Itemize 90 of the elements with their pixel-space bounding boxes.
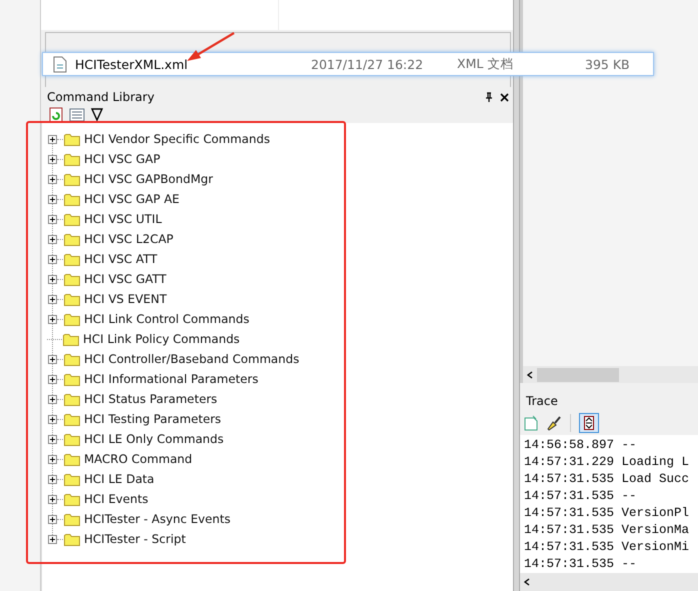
folder-icon	[64, 212, 80, 226]
file-size: 395 KB	[585, 56, 630, 72]
folder-icon	[64, 192, 80, 206]
tree-item[interactable]: HCI VSC GAP AE	[84, 192, 180, 206]
tree-item[interactable]: HCI Link Control Commands	[84, 312, 250, 326]
expand-icon[interactable]	[48, 214, 57, 224]
scrollbar[interactable]	[520, 366, 698, 384]
filter-icon[interactable]	[91, 108, 103, 121]
list-icon[interactable]	[69, 108, 85, 122]
folder-icon	[64, 532, 80, 546]
expand-icon[interactable]	[48, 174, 57, 184]
expand-icon[interactable]	[48, 274, 57, 284]
log-line: 14:56:58.897 --	[524, 437, 638, 454]
expand-icon[interactable]	[48, 514, 57, 524]
brush-icon[interactable]	[546, 415, 562, 432]
folder-icon	[64, 152, 80, 166]
folder-icon	[64, 252, 80, 266]
expand-icon[interactable]	[48, 154, 57, 164]
log-line: 14:57:31.535 --	[524, 488, 638, 506]
document-icon	[53, 56, 67, 72]
close-icon[interactable]	[500, 92, 509, 102]
tree-item[interactable]: HCI Controller/Baseband Commands	[84, 352, 300, 366]
tree-item[interactable]: HCI Link Policy Commands	[83, 332, 240, 346]
tree-item[interactable]: HCI VSC GATT	[84, 272, 166, 286]
expand-icon[interactable]	[48, 414, 57, 424]
panel-title: Command Library	[47, 90, 154, 104]
tree-item[interactable]: HCI Status Parameters	[84, 392, 218, 406]
folder-icon	[64, 432, 80, 446]
tree-item[interactable]: HCI Events	[84, 492, 148, 506]
log-line: 14:57:31.535 --	[524, 556, 638, 574]
folder-icon	[63, 332, 79, 346]
folder-icon	[64, 412, 80, 426]
panel-title: Trace	[526, 394, 558, 408]
expand-icon[interactable]	[48, 294, 57, 304]
refresh-icon[interactable]	[49, 106, 63, 122]
expand-icon[interactable]	[48, 314, 57, 324]
folder-icon	[64, 312, 80, 326]
tree-item[interactable]: HCITester - Async Events	[84, 512, 231, 526]
folder-icon	[64, 232, 80, 246]
folder-icon	[64, 292, 80, 306]
scrollbar[interactable]	[520, 573, 698, 591]
folder-icon	[64, 172, 80, 186]
folder-icon	[64, 392, 80, 406]
tree-item[interactable]: HCI VSC UTIL	[84, 212, 162, 226]
folder-icon	[64, 372, 80, 386]
folder-icon	[64, 272, 80, 286]
expand-icon[interactable]	[48, 494, 57, 504]
tree-item[interactable]: HCI Vendor Specific Commands	[84, 132, 270, 146]
tree-item[interactable]: HCITester - Script	[84, 532, 186, 546]
tree-item[interactable]: HCI Informational Parameters	[84, 372, 258, 386]
expand-icon[interactable]	[48, 474, 57, 484]
tree-item[interactable]: HCI LE Only Commands	[84, 432, 224, 446]
up-down-icon	[584, 416, 594, 430]
folder-icon	[64, 512, 80, 526]
tree-item[interactable]: MACRO Command	[84, 452, 192, 466]
log-line: 14:57:31.535 VersionPl	[524, 505, 690, 522]
folder-icon	[64, 472, 80, 486]
expand-icon[interactable]	[48, 354, 57, 364]
folder-icon	[64, 492, 80, 506]
expand-icon[interactable]	[48, 194, 57, 204]
tree-item[interactable]: HCI VSC ATT	[84, 252, 158, 266]
file-row[interactable]: HCITesterXML.xml 2017/11/27 16:22 XML 文档 395 KB	[42, 52, 654, 76]
tree-item[interactable]: HCI VS EVENT	[84, 292, 167, 306]
file-type: XML 文档	[457, 56, 514, 72]
log-line: 14:57:31.535 VersionMi	[524, 539, 690, 556]
log-line: 14:57:31.535 VersionMa	[524, 522, 690, 540]
tree-item[interactable]: HCI Testing Parameters	[84, 412, 222, 426]
folder-icon	[64, 452, 80, 466]
annotation-arrow	[186, 32, 236, 62]
expand-icon[interactable]	[48, 454, 57, 464]
log-line: 14:57:31.229 Loading L	[524, 454, 690, 472]
expand-icon[interactable]	[48, 254, 57, 264]
expand-icon[interactable]	[48, 434, 57, 444]
expand-icon[interactable]	[48, 134, 57, 144]
expand-icon[interactable]	[48, 374, 57, 384]
folder-icon	[64, 352, 80, 366]
clipboard-icon[interactable]	[524, 415, 538, 432]
tree-item[interactable]: HCI VSC GAP	[84, 152, 160, 166]
tree-item[interactable]: HCI VSC GAPBondMgr	[84, 172, 213, 186]
file-name: HCITesterXML.xml	[75, 56, 189, 72]
scroll-toggle-button[interactable]	[579, 413, 599, 434]
file-date: 2017/11/27 16:22	[311, 56, 424, 72]
folder-icon	[64, 132, 80, 146]
expand-icon[interactable]	[48, 234, 57, 244]
log-line: 14:57:31.535 Load Succ	[524, 471, 690, 488]
tree-item[interactable]: HCI LE Data	[84, 472, 154, 486]
expand-icon[interactable]	[48, 534, 57, 544]
pin-icon[interactable]	[485, 92, 493, 102]
tree-item[interactable]: HCI VSC L2CAP	[84, 232, 174, 246]
expand-icon[interactable]	[48, 394, 57, 404]
